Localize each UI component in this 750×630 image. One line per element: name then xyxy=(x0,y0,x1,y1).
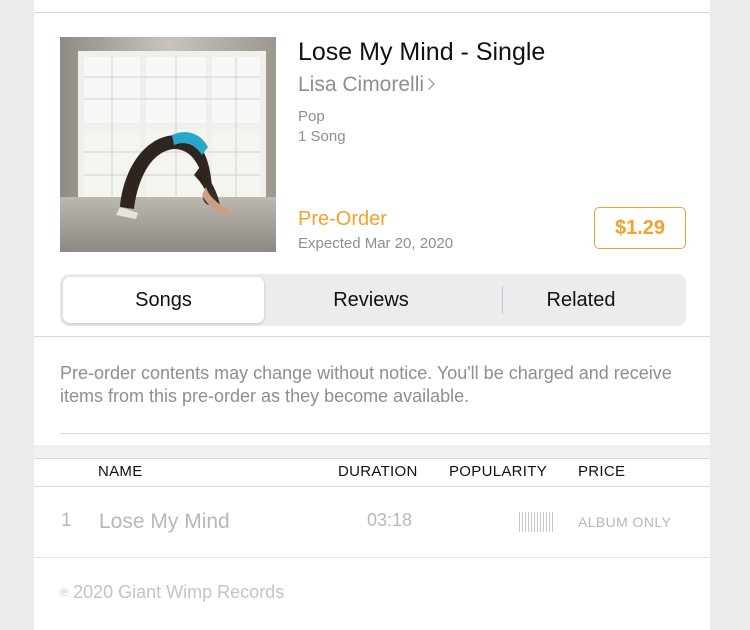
album-artwork-image xyxy=(60,37,276,252)
table-row[interactable]: 1 Lose My Mind 03:18 ALBUM ONLY xyxy=(34,487,710,557)
expected-date: Expected Mar 20, 2020 xyxy=(298,235,454,252)
copyright: ℗ 2020 Giant Wimp Records xyxy=(60,582,284,603)
table-header-band xyxy=(34,445,710,458)
album-page: Lose My Mind - Single Lisa Cimorelli Pop… xyxy=(34,0,710,630)
price-button[interactable]: $1.29 xyxy=(594,207,686,249)
tab-reviews[interactable]: Reviews xyxy=(266,274,476,326)
album-title: Lose My Mind - Single xyxy=(298,38,546,66)
artist-link[interactable]: Lisa Cimorelli xyxy=(298,73,436,97)
copyright-text: 2020 Giant Wimp Records xyxy=(73,582,285,602)
tab-songs[interactable]: Songs xyxy=(63,277,264,323)
tab-bar: Songs Reviews Related xyxy=(60,274,686,326)
preorder-notice: Pre-order contents may change without no… xyxy=(60,363,672,406)
divider xyxy=(34,336,710,337)
track-price: ALBUM ONLY xyxy=(578,514,672,530)
column-header-duration[interactable]: DURATION xyxy=(338,463,418,480)
copyright-symbol: ℗ xyxy=(60,586,69,599)
album-artwork[interactable] xyxy=(60,37,276,252)
artist-name: Lisa Cimorelli xyxy=(298,73,425,96)
song-count: 1 Song xyxy=(298,128,346,145)
column-header-price[interactable]: PRICE xyxy=(578,463,625,480)
track-number: 1 xyxy=(61,510,72,531)
divider xyxy=(34,458,710,459)
popularity-bars-icon xyxy=(518,512,554,532)
divider xyxy=(34,12,710,13)
preorder-label: Pre-Order xyxy=(298,208,387,230)
track-name: Lose My Mind xyxy=(99,510,230,533)
column-header-popularity[interactable]: POPULARITY xyxy=(449,463,547,480)
tab-related[interactable]: Related xyxy=(476,274,686,326)
divider xyxy=(34,557,710,558)
track-duration: 03:18 xyxy=(367,510,413,530)
chevron-right-icon xyxy=(427,73,436,97)
column-header-name[interactable]: NAME xyxy=(98,463,143,480)
divider xyxy=(60,433,710,434)
genre-label: Pop xyxy=(298,108,325,125)
